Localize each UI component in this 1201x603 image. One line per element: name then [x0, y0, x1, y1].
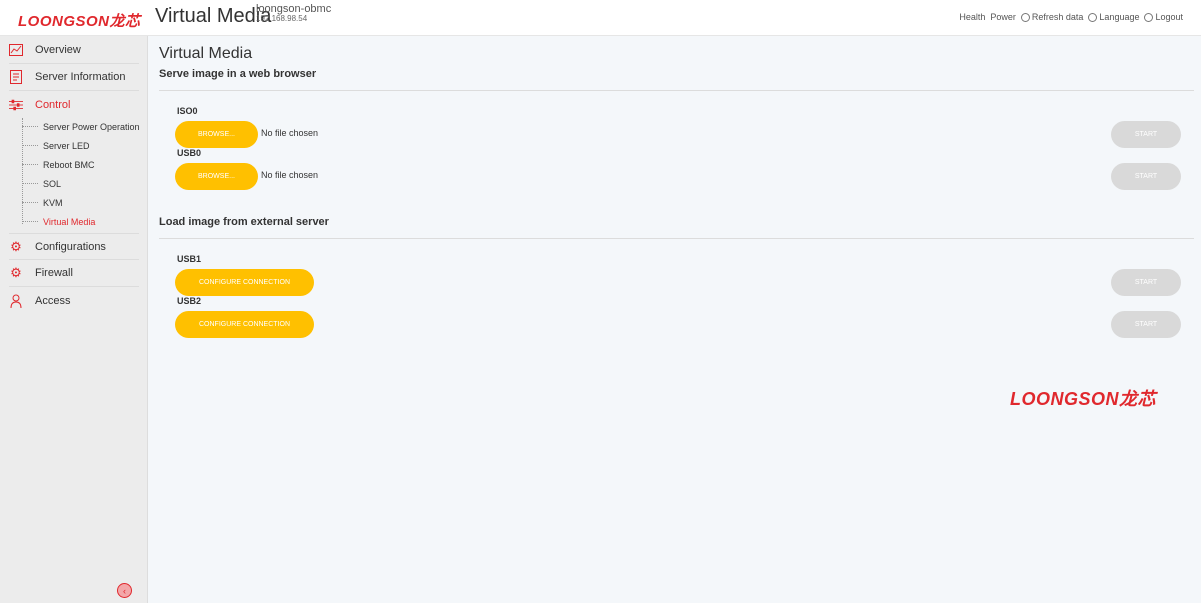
- device-label-usb0: USB0: [177, 148, 202, 158]
- sidebar-item-control[interactable]: Control: [9, 91, 139, 118]
- start-button-iso0[interactable]: START: [1111, 121, 1181, 148]
- section-external-server-title: Load image from external server: [159, 216, 329, 228]
- sub-label: Server LED: [43, 140, 90, 151]
- section-web-browser-title: Serve image in a web browser: [159, 68, 317, 80]
- sidebar-item-label: Access: [35, 294, 71, 307]
- header-actions: Health Power Refresh data Language Logou…: [959, 12, 1183, 23]
- sub-label: KVM: [43, 197, 63, 208]
- refresh-icon: [1020, 13, 1030, 23]
- sidebar-item-configurations[interactable]: ⚙ Configurations: [9, 233, 139, 260]
- sidebar-item-overview[interactable]: Overview: [9, 37, 139, 64]
- device-label-iso0: ISO0: [177, 106, 198, 116]
- sidebar-item-label: Configurations: [35, 240, 106, 253]
- logout-link[interactable]: Logout: [1144, 12, 1183, 23]
- refresh-label: Refresh data: [1031, 12, 1084, 22]
- sidebar-sub-server-power[interactable]: Server Power Operation: [22, 117, 140, 136]
- configure-connection-button-usb2[interactable]: CONFIGURE CONNECTION: [175, 311, 314, 338]
- divider: [159, 238, 1194, 239]
- start-button-usb0[interactable]: START: [1111, 163, 1181, 190]
- sidebar-item-label: Firewall: [35, 267, 73, 279]
- main-title: Virtual Media: [159, 45, 253, 62]
- host-info: loongson-obmc 192.168.98.54: [256, 4, 331, 24]
- sidebar: Overview Server Information Control Serv…: [0, 36, 148, 603]
- language-icon: [1088, 13, 1098, 23]
- hostname: loongson-obmc: [256, 3, 332, 15]
- page-title: Virtual Media: [155, 5, 272, 27]
- user-icon: [9, 294, 23, 308]
- configure-connection-button-usb1[interactable]: CONFIGURE CONNECTION: [175, 269, 314, 296]
- sidebar-item-access[interactable]: Access: [9, 287, 139, 314]
- collapse-sidebar-button[interactable]: ‹: [117, 583, 132, 598]
- sidebar-item-firewall[interactable]: ⚙ Firewall: [9, 260, 139, 287]
- browse-button-usb0[interactable]: BROWSE...: [175, 163, 258, 190]
- language-link[interactable]: Language: [1088, 12, 1140, 23]
- divider: [159, 90, 1194, 91]
- sidebar-sub-kvm[interactable]: KVM: [22, 193, 63, 212]
- file-status-iso0: No file chosen: [261, 128, 319, 138]
- sub-label: Server Power Operation: [43, 121, 140, 132]
- start-button-usb1[interactable]: START: [1111, 269, 1181, 296]
- power-link[interactable]: Power: [990, 12, 1016, 22]
- gear-icon: ⚙: [10, 238, 22, 254]
- browse-button-iso0[interactable]: BROWSE...: [175, 121, 258, 148]
- sidebar-item-label: Overview: [35, 44, 81, 56]
- language-label: Language: [1099, 12, 1140, 22]
- sidebar-sub-server-led[interactable]: Server LED: [22, 136, 90, 155]
- sidebar-sub-reboot-bmc[interactable]: Reboot BMC: [22, 155, 95, 174]
- server-doc-icon: [9, 70, 23, 84]
- chart-line-icon: [9, 43, 23, 57]
- sub-label: Reboot BMC: [43, 159, 95, 170]
- file-status-usb0: No file chosen: [261, 170, 319, 180]
- sidebar-sub-virtual-media[interactable]: Virtual Media: [22, 212, 95, 231]
- chevron-left-icon: ‹: [123, 585, 126, 596]
- refresh-link[interactable]: Refresh data: [1020, 12, 1084, 23]
- device-label-usb2: USB2: [177, 296, 202, 306]
- host-ip: 192.168.98.54: [256, 14, 308, 23]
- sidebar-item-label: Control: [35, 98, 71, 111]
- health-link[interactable]: Health: [959, 12, 985, 22]
- sub-label: Virtual Media: [43, 216, 96, 227]
- user-circle-icon: [1144, 13, 1154, 23]
- gear-icon: ⚙: [10, 265, 22, 280]
- sidebar-item-server-information[interactable]: Server Information: [9, 64, 139, 91]
- sidebar-sub-sol[interactable]: SOL: [22, 174, 61, 193]
- logout-label: Logout: [1155, 12, 1183, 22]
- brand-logo[interactable]: LOONGSON龙芯: [18, 10, 141, 31]
- sidebar-item-label: Server Information: [35, 71, 126, 83]
- sub-label: SOL: [43, 178, 62, 189]
- start-button-usb2[interactable]: START: [1111, 311, 1181, 338]
- sliders-icon: [9, 98, 23, 112]
- top-header: LOONGSON龙芯 Virtual Media loongson-obmc 1…: [0, 0, 1201, 36]
- device-label-usb1: USB1: [177, 254, 202, 264]
- footer-logo: LOONGSON龙芯: [1010, 389, 1157, 409]
